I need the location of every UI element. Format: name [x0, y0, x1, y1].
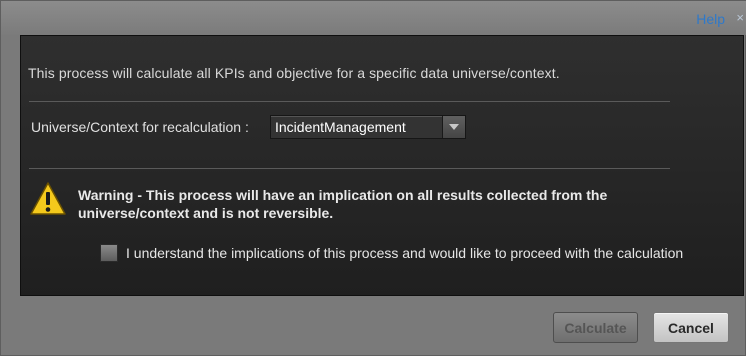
- dropdown-button[interactable]: [442, 116, 465, 138]
- calculate-button[interactable]: Calculate: [553, 312, 638, 343]
- intro-text: This process will calculate all KPIs and…: [28, 65, 560, 81]
- warning-message: Warning - This process will have an impl…: [78, 187, 608, 221]
- confirm-checkbox[interactable]: [100, 244, 118, 262]
- close-icon[interactable]: ×: [736, 10, 744, 25]
- confirm-checkbox-label[interactable]: I understand the implications of this pr…: [126, 245, 683, 261]
- dialog-content-panel: This process will calculate all KPIs and…: [20, 35, 744, 296]
- divider: [29, 168, 670, 169]
- universe-label: Universe/Context for recalculation :: [31, 119, 249, 135]
- help-link[interactable]: Help: [696, 11, 725, 27]
- universe-select[interactable]: IncidentManagement: [270, 115, 466, 139]
- universe-select-value: IncidentManagement: [275, 119, 406, 135]
- dialog-header: Help ×: [1, 1, 746, 35]
- warning-triangle-icon: [30, 182, 66, 215]
- dialog-window: Help × This process will calculate all K…: [0, 0, 746, 356]
- cancel-button[interactable]: Cancel: [653, 312, 729, 343]
- chevron-down-icon: [449, 124, 459, 130]
- divider: [29, 101, 670, 102]
